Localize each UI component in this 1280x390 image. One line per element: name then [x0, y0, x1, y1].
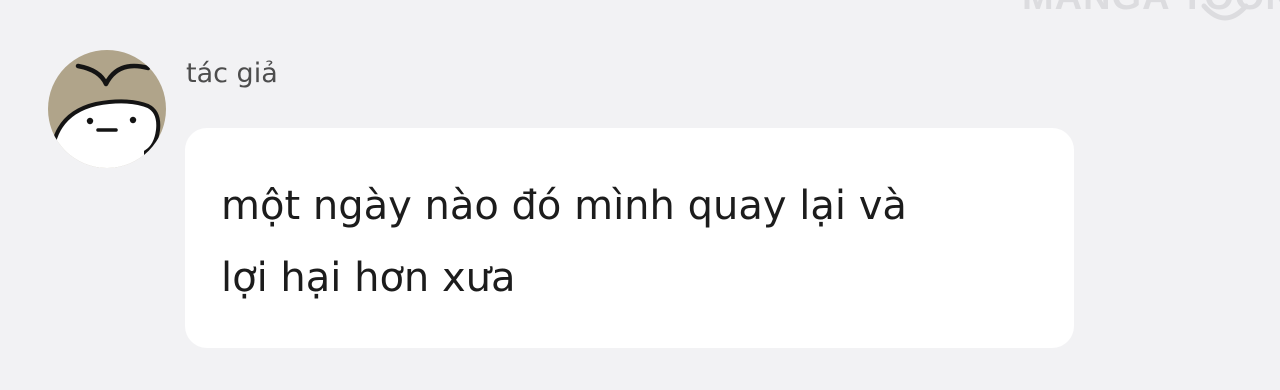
message-bubble: một ngày nào đó mình quay lại và lợi hại… — [185, 128, 1074, 348]
author-name: tác giả — [186, 58, 278, 89]
watermark-smile-icon — [1201, 3, 1249, 21]
message-text: một ngày nào đó mình quay lại và lợi hại… — [221, 183, 907, 301]
cartoon-face-avatar-icon — [48, 50, 166, 168]
watermark-logo: MANGA TOON — [1010, 0, 1280, 36]
avatar[interactable] — [48, 50, 166, 168]
